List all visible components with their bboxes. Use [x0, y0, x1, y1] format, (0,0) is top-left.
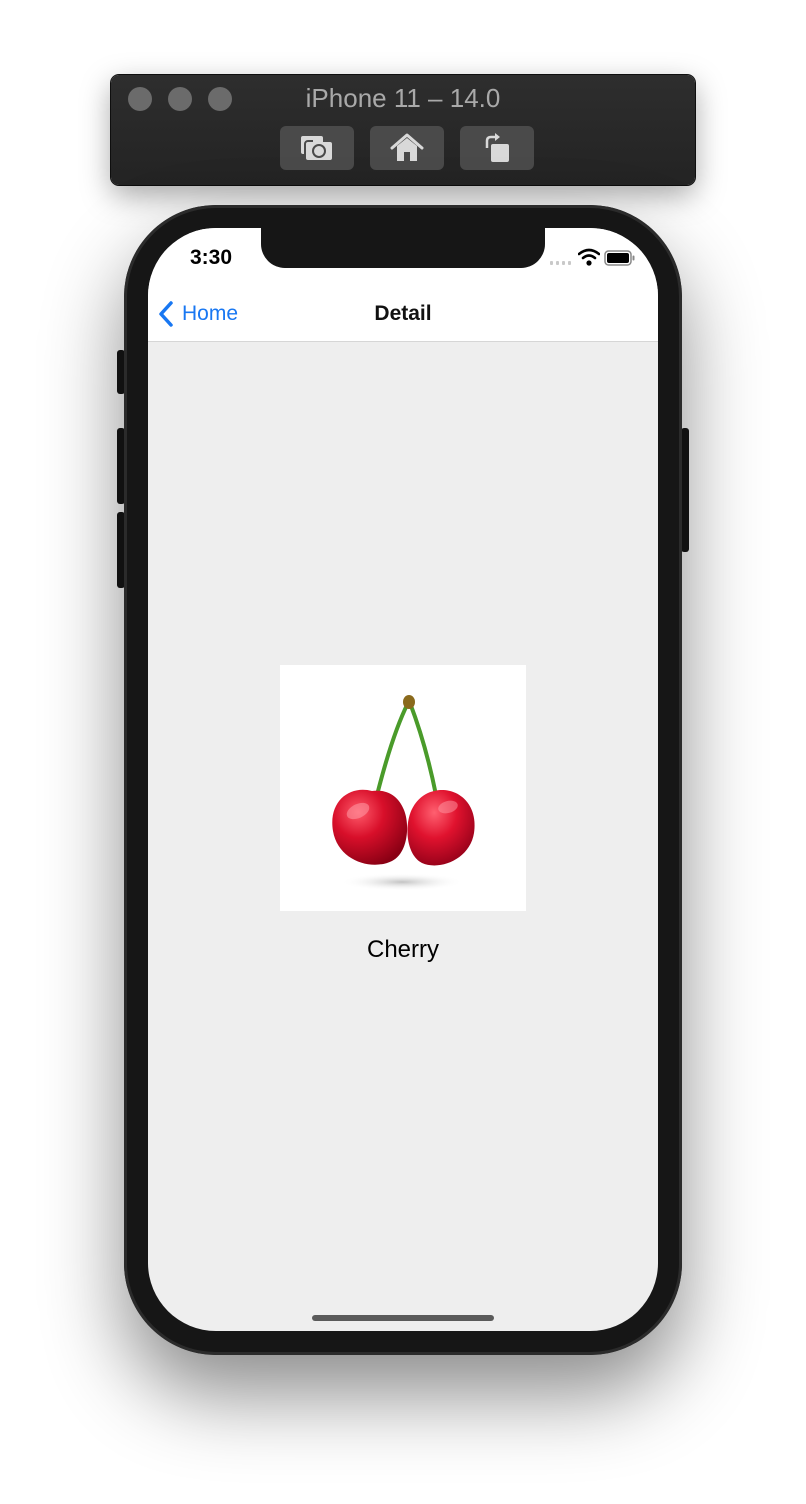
home-indicator[interactable]: [312, 1315, 494, 1321]
device-screen: 3:30 Home Detail Cherry: [148, 228, 658, 1331]
rotate-icon: [485, 133, 509, 162]
notch: [261, 228, 545, 268]
item-caption: Cherry: [366, 936, 439, 963]
screenshot-camera-icon: [301, 136, 334, 162]
page-title: Detail: [374, 302, 432, 325]
cellular-signal-icon: [550, 261, 571, 265]
battery-icon: [604, 250, 635, 266]
wifi-icon: [578, 248, 600, 266]
home-icon: [390, 133, 424, 161]
screenshot-button[interactable]: [280, 126, 354, 170]
simulator-window: iPhone 11 – 14.0 3:30 Home Detail Cherry: [0, 0, 806, 1504]
cherry-image: [280, 665, 526, 911]
simulator-title: iPhone 11 – 14.0: [305, 83, 501, 113]
rotate-button[interactable]: [460, 126, 534, 170]
home-button[interactable]: [370, 126, 444, 170]
status-time: 3:30: [190, 246, 233, 269]
side-power-button[interactable]: [681, 428, 689, 552]
